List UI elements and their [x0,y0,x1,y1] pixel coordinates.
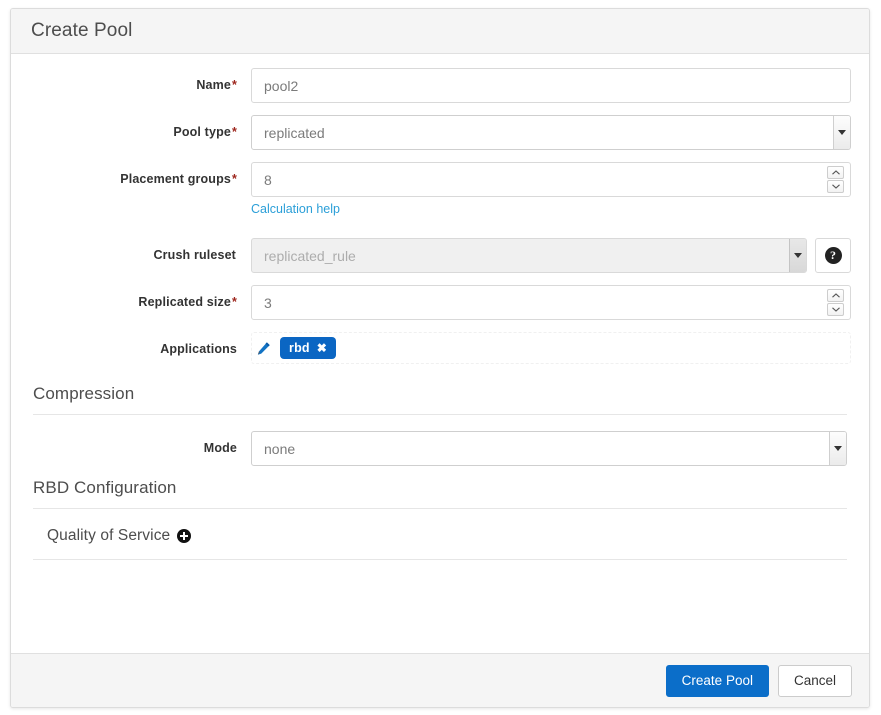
replicated-size-wrap [251,285,851,320]
label-placement-groups: Placement groups* [11,162,251,187]
label-placement-groups-text: Placement groups [120,172,231,186]
control-pool-type: replicated [251,115,851,150]
compression-section-title: Compression [33,384,847,415]
compression-section-body: Mode none [33,415,847,466]
form-row-pool-type: Pool type* replicated [11,115,869,150]
control-applications: rbd ✖ [251,332,851,364]
compression-mode-select[interactable]: none [251,431,847,466]
dialog-footer: Create Pool Cancel [11,653,869,707]
rbd-configuration-section: RBD Configuration Quality of Service [33,478,847,560]
compression-section: Compression Mode none [33,384,847,466]
required-marker: * [231,172,237,186]
replicated-size-input[interactable] [251,285,851,320]
form-row-placement-groups: Placement groups* 8 Calculation help [11,162,869,216]
create-pool-button[interactable]: Create Pool [665,664,769,697]
pencil-icon[interactable] [256,341,271,356]
form-row-compression-mode: Mode none [33,431,847,466]
control-replicated-size [251,285,851,320]
stepper-down-icon[interactable] [827,180,844,193]
required-marker: * [231,78,237,92]
crush-ruleset-select-wrap: replicated_rule [251,238,807,273]
label-crush-ruleset-text: Crush ruleset [153,248,236,262]
name-input[interactable] [251,68,851,103]
stepper-up-icon[interactable] [827,289,844,302]
control-placement-groups: Calculation help [251,162,851,216]
placement-groups-wrap [251,162,851,197]
form-row-applications: Applications rbd ✖ [11,332,869,366]
question-mark-icon: ? [824,247,842,264]
label-name: Name* [11,68,251,93]
replicated-size-stepper[interactable] [827,289,844,316]
cancel-button[interactable]: Cancel [777,664,852,697]
placement-groups-input[interactable] [251,162,851,197]
applications-box: rbd ✖ [251,332,851,364]
pool-type-select-wrap: replicated [251,115,851,150]
label-compression-mode: Mode [203,441,237,455]
control-crush-ruleset: replicated_rule ? [251,238,851,273]
quality-of-service-label: Quality of Service [47,527,171,544]
label-replicated-size-text: Replicated size [138,295,231,309]
crush-ruleset-select[interactable]: replicated_rule [251,238,807,273]
required-marker: * [231,295,237,309]
dialog-header: Create Pool [11,9,869,54]
plus-circle-icon[interactable] [177,529,192,543]
rbd-configuration-section-title: RBD Configuration [33,478,847,509]
crush-ruleset-help-button[interactable]: ? [815,238,851,273]
label-applications: Applications [11,332,251,357]
application-badge-label: rbd [289,341,310,355]
placement-groups-stepper[interactable] [827,166,844,193]
required-marker: * [231,125,237,139]
close-icon[interactable]: ✖ [317,342,327,354]
label-crush-ruleset: Crush ruleset [11,238,251,263]
label-pool-type: Pool type* [11,115,251,140]
create-pool-dialog: Create Pool Name* Pool type* replicated [10,8,870,708]
required-marker [236,248,237,262]
quality-of-service-toggle[interactable]: Quality of Service [33,523,847,560]
dialog-body: Name* Pool type* replicated [11,54,869,653]
calculation-help-link[interactable]: Calculation help [251,202,851,216]
application-badge-rbd[interactable]: rbd ✖ [280,337,337,359]
form-row-name: Name* [11,68,869,103]
label-replicated-size: Replicated size* [11,285,251,310]
stepper-down-icon[interactable] [827,303,844,316]
pool-type-select[interactable]: replicated [251,115,851,150]
label-pool-type-text: Pool type [173,125,231,139]
form-row-replicated-size: Replicated size* [11,285,869,320]
stepper-up-icon[interactable] [827,166,844,179]
dialog-title: Create Pool [31,20,133,41]
compression-mode-select-wrap: none [251,431,847,466]
control-compression-mode: none [251,431,847,466]
label-name-text: Name [196,78,231,92]
control-name [251,68,851,103]
form-row-crush-ruleset: Crush ruleset replicated_rule ? [11,238,869,273]
label-applications-text: Applications [160,342,237,356]
